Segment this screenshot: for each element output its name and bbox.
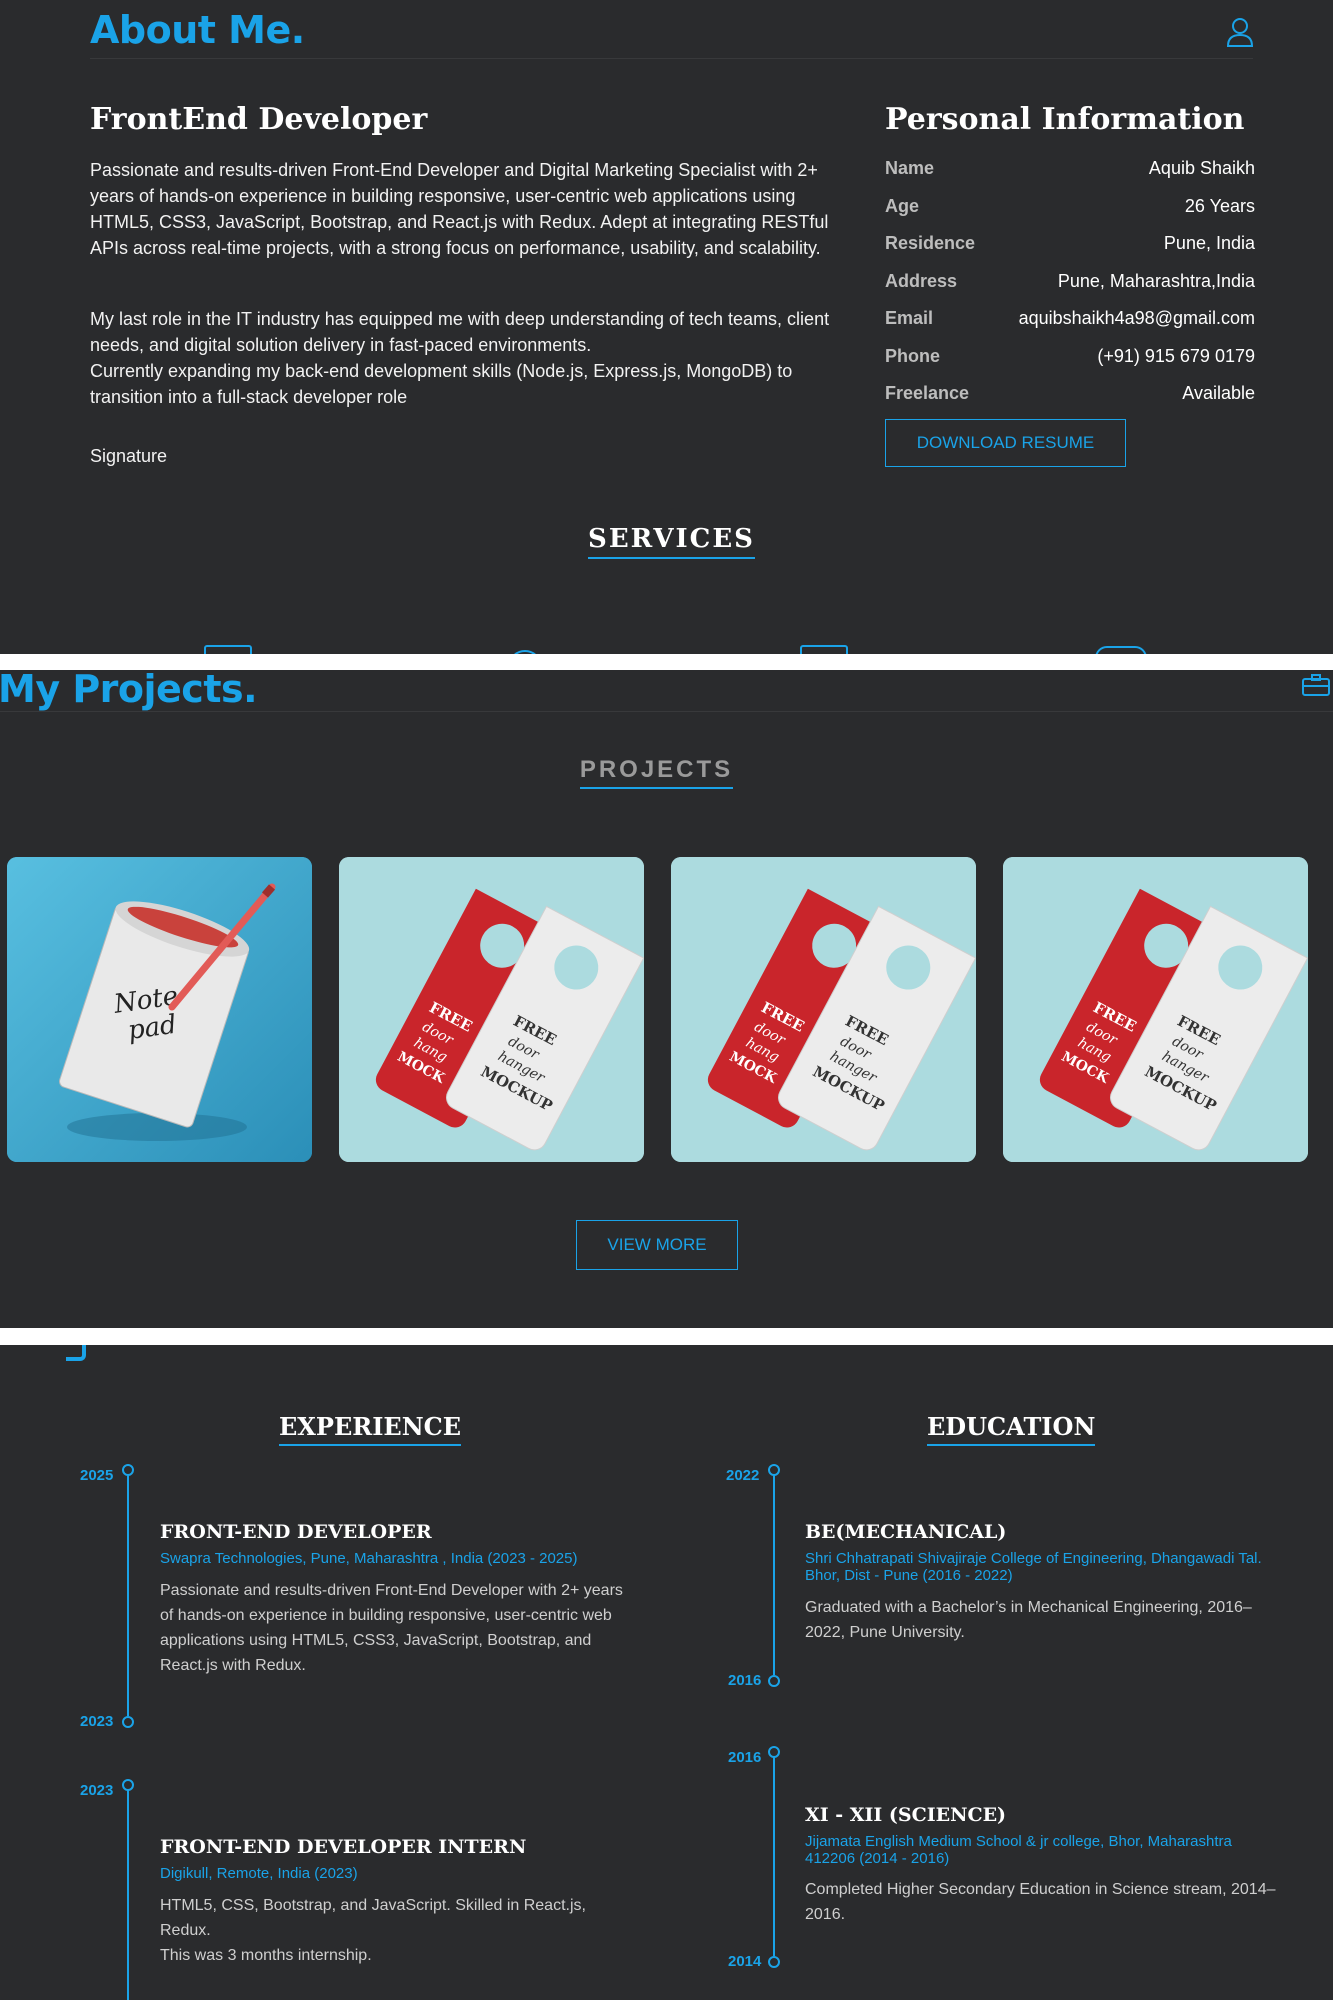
notepad-mockup-image: Note pad: [7, 857, 312, 1162]
timeline-line: [773, 1756, 775, 1956]
about-paragraph-1: Passionate and results-driven Front-End …: [90, 160, 829, 258]
door-hanger-mockup-image: FREEdoorhangMOCKFREEdoorhangerMOCKUP: [1003, 857, 1308, 1162]
timeline-dot: [122, 1716, 134, 1728]
about-paragraph-2: My last role in the IT industry has equi…: [90, 309, 830, 355]
resume-section: EXPERIENCE EDUCATION 2025 2023 FRONT-END…: [0, 1345, 1333, 2000]
role-title: FrontEnd Developer: [90, 102, 428, 137]
education-title: EDUCATION: [927, 1412, 1096, 1446]
user-icon[interactable]: [1225, 16, 1255, 48]
year-start: 2023: [80, 1782, 114, 1799]
info-row-freelance: Freelance Available: [885, 383, 1255, 420]
info-value: Aquib Shaikh: [1148, 158, 1255, 178]
service-icon-4: [1095, 646, 1147, 654]
info-label: Phone: [885, 345, 941, 366]
info-label: Email: [885, 308, 934, 328]
year-end: 2023: [80, 1713, 114, 1730]
project-card-notepad[interactable]: Note pad: [7, 857, 312, 1162]
info-row-age: Age 26 Years: [885, 196, 1255, 233]
signature-image: Signature: [90, 446, 168, 466]
experience-org-1: Swapra Technologies, Pune, Maharashtra ,…: [160, 1550, 578, 1567]
info-label: Name: [885, 158, 935, 178]
projects-header: My Projects.: [0, 670, 258, 711]
info-value: Pune, Maharashtra,India: [1057, 270, 1255, 291]
year-end: 2016: [728, 1672, 762, 1689]
info-value[interactable]: aquibshaikh4a98@gmail.com: [1019, 308, 1255, 329]
door-hanger-mockup-image: FREEdoorhangMOCKFREEdoorhangerMOCKUP: [671, 857, 976, 1162]
download-resume-button[interactable]: DOWNLOAD RESUME: [885, 419, 1126, 467]
education-desc-1: Graduated with a Bachelor’s in Mechanica…: [805, 1599, 1252, 1641]
info-row-address: Address Pune, Maharashtra,India: [885, 271, 1255, 308]
door-hanger-mockup-image: FREEdoorhangMOCKFREEdoorhangerMOCKUP: [339, 857, 644, 1162]
view-more-button[interactable]: VIEW MORE: [576, 1220, 738, 1270]
timeline-line: [773, 1474, 775, 1675]
education-org-2: Jijamata English Medium School & jr coll…: [805, 1833, 1232, 1867]
timeline-dot: [768, 1675, 780, 1687]
personal-info-title: Personal Information: [885, 102, 1245, 137]
timeline-line: [127, 1789, 129, 2000]
service-icon-3: [800, 645, 848, 654]
info-row-phone: Phone (+91) 915 679 0179: [885, 346, 1255, 383]
education-org-1: Shri Chhatrapati Shivajiraje College of …: [805, 1550, 1262, 1584]
experience-title-1: FRONT-END DEVELOPER: [160, 1521, 432, 1543]
project-card-door-hanger[interactable]: FREE door hang MOCK FREE door hanger MOCKUP: [1003, 857, 1308, 1162]
year-start: 2025: [80, 1467, 114, 1484]
header-divider: [0, 711, 1333, 712]
project-card-door-hanger[interactable]: FREE door hang MOCK FREE door hanger MOCKUP: [671, 857, 976, 1162]
project-card-door-hanger[interactable]: FREE door hang MOCK FREE door hanger MOCKUP: [339, 857, 644, 1162]
education-title-1: BE(MECHANICAL): [805, 1521, 1007, 1543]
year-start: 2016: [728, 1749, 762, 1766]
education-title-2: XI - XII (SCIENCE): [805, 1804, 1007, 1826]
projects-title: PROJECTS: [0, 756, 1313, 789]
experience-desc-1: Passionate and results-driven Front-End …: [160, 1582, 623, 1674]
about-header: About Me.: [90, 8, 305, 52]
year-start: 2022: [726, 1467, 760, 1484]
about-section: About Me. FrontEnd Developer Passionate …: [0, 0, 1333, 654]
education-desc-2: Completed Higher Secondary Education in …: [805, 1881, 1276, 1923]
timeline-dot: [768, 1956, 780, 1968]
experience-title-2: FRONT-END DEVELOPER INTERN: [160, 1836, 527, 1858]
projects-section: My Projects. PROJECTS Note pad FREE door h…: [0, 670, 1333, 1328]
about-paragraph-3: Currently expanding my back-end developm…: [90, 361, 793, 407]
resume-header-fragment: [66, 1345, 86, 1361]
info-label: Residence: [885, 233, 976, 253]
service-icon-2: [508, 650, 542, 654]
info-row-name: Name Aquib Shaikh: [885, 158, 1255, 195]
info-row-residence: Residence Pune, India: [885, 233, 1255, 270]
info-value: Pune, India: [1163, 233, 1255, 253]
info-value[interactable]: (+91) 915 679 0179: [1097, 346, 1255, 367]
info-label: Freelance: [885, 383, 970, 403]
info-value: Available: [1182, 383, 1255, 403]
experience-desc-2: HTML5, CSS, Bootstrap, and JavaScript. S…: [160, 1897, 586, 1939]
info-row-email: Email aquibshaikh4a98@gmail.com: [885, 308, 1255, 345]
info-label: Address: [885, 270, 958, 291]
info-value: 26 Years: [1184, 195, 1255, 216]
info-label: Age: [885, 195, 920, 216]
experience-title: EXPERIENCE: [279, 1412, 462, 1446]
services-title: SERVICES: [0, 524, 1333, 559]
timeline-line: [127, 1474, 129, 1716]
experience-desc-2b: This was 3 months internship.: [160, 1947, 372, 1964]
service-icon-1: [204, 645, 252, 654]
header-divider: [90, 58, 1253, 59]
year-end: 2014: [728, 1953, 762, 1970]
experience-org-2: Digikull, Remote, India (2023): [160, 1865, 358, 1882]
briefcase-icon[interactable]: [1302, 674, 1330, 696]
